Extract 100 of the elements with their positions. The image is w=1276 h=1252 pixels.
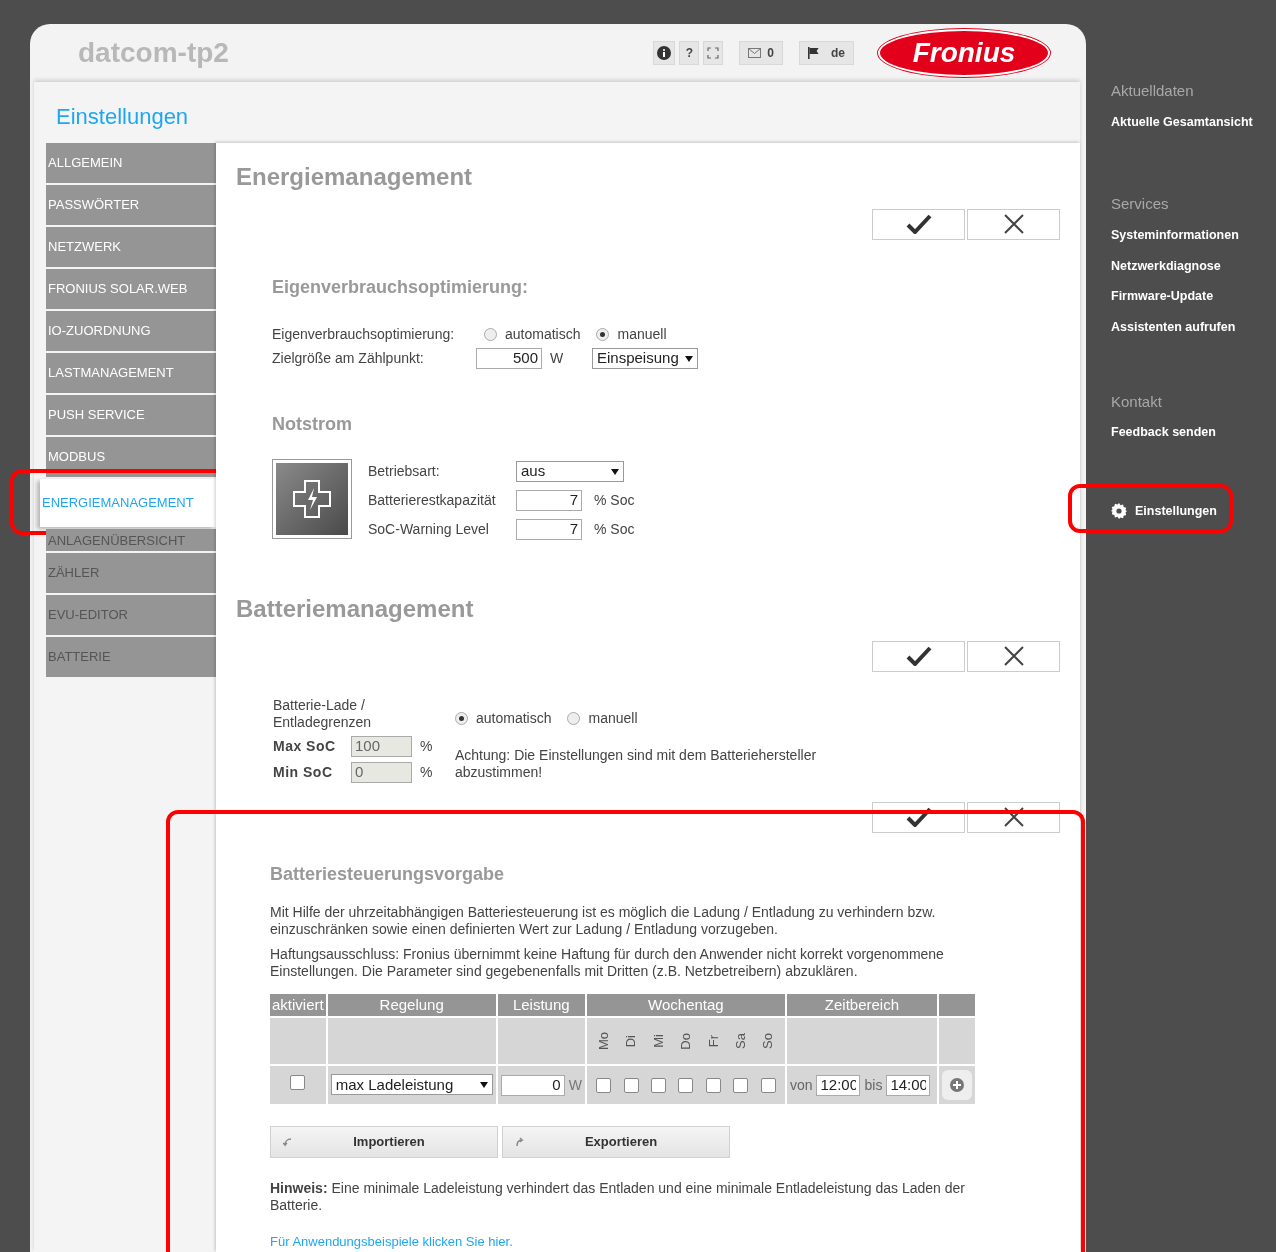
dropdown[interactable]: aus xyxy=(516,461,624,482)
settings-nav-item[interactable]: MODBUS xyxy=(46,436,216,477)
field-label: SoC-Warning Level xyxy=(368,520,490,539)
checkbox[interactable] xyxy=(290,1074,306,1090)
checkbox[interactable] xyxy=(678,1077,694,1093)
warning-text: Achtung: Die Einstellungen sind mit dem Batteriehersteller abzustimmen! xyxy=(455,747,818,781)
settings-nav-item[interactable]: NETZWERK xyxy=(46,226,216,267)
dropdown[interactable]: Einspeisung xyxy=(592,348,698,369)
settings-nav-item[interactable]: PASSWÖRTER xyxy=(46,184,216,225)
fullscreen-button[interactable] xyxy=(703,40,724,65)
number-field: 100 xyxy=(351,735,412,757)
checkbox[interactable] xyxy=(596,1077,612,1093)
help-link[interactable]: Für Anwendungsbeispiele klicken Sie hier. xyxy=(270,1232,513,1252)
unit-label: % Soc xyxy=(594,491,635,510)
unit-label: % Soc xyxy=(594,520,635,539)
caret-icon xyxy=(684,355,693,362)
close-icon xyxy=(1003,214,1024,234)
brand-logo: Fronius xyxy=(878,28,1050,77)
confirm-button[interactable] xyxy=(872,208,965,240)
side-menu-link[interactable]: Einstellungen xyxy=(1111,502,1217,521)
option-label: automatisch xyxy=(505,325,581,344)
device-name: datcom-tp2 xyxy=(78,35,229,70)
cancel-button[interactable] xyxy=(967,640,1060,672)
checkbox[interactable] xyxy=(623,1077,639,1093)
checkmark-icon xyxy=(905,214,932,234)
settings-nav-item[interactable]: LASTMANAGEMENT xyxy=(46,352,216,393)
field-label: Betriebsart: xyxy=(368,462,441,481)
weekday-label: Di xyxy=(622,1034,640,1048)
settings-nav-item[interactable]: ALLGEMEIN xyxy=(46,142,216,183)
settings-nav-item[interactable]: IO-ZUORDNUNG xyxy=(46,310,216,351)
add-button[interactable] xyxy=(941,1070,972,1100)
checkbox[interactable] xyxy=(760,1077,776,1093)
column-header: Leistung xyxy=(497,993,585,1016)
dropdown[interactable]: max Ladeleistung xyxy=(330,1074,493,1096)
checkmark-icon xyxy=(905,807,932,827)
flag-icon xyxy=(808,46,819,59)
section-title: Batteriemanagement xyxy=(236,593,475,624)
nav-item-label[interactable]: PASSWÖRTER xyxy=(48,194,140,215)
side-menu-link[interactable]: Netzwerkdiagnose xyxy=(1111,256,1221,276)
caret-icon xyxy=(611,468,619,475)
nav-item-label[interactable]: FRONIUS SOLAR.WEB xyxy=(48,278,188,299)
radio-button[interactable] xyxy=(567,712,581,725)
side-menu-link[interactable]: Assistenten aufrufen xyxy=(1111,318,1236,337)
column-header: Wochentag xyxy=(586,993,785,1016)
import-button[interactable]: Importieren xyxy=(270,1126,498,1158)
menu-heading: Services xyxy=(1111,194,1170,215)
language-button[interactable]: de xyxy=(799,40,854,65)
confirm-button[interactable] xyxy=(872,640,965,672)
checkmark-icon xyxy=(905,646,932,666)
weekday-label: Fr xyxy=(704,1034,722,1048)
checkbox[interactable] xyxy=(733,1077,749,1093)
emergency-power-icon xyxy=(272,459,352,539)
radio-button[interactable] xyxy=(484,328,497,341)
gear-icon xyxy=(1111,503,1127,520)
unit-label: W xyxy=(550,349,565,368)
number-field[interactable]: 500 xyxy=(476,348,542,369)
number-field: 0 xyxy=(351,761,412,783)
checkbox[interactable] xyxy=(705,1077,721,1093)
weekday-label: Do xyxy=(677,1032,695,1050)
number-field[interactable]: 7 xyxy=(516,490,582,511)
settings-nav-item[interactable]: FRONIUS SOLAR.WEB xyxy=(46,268,216,309)
export-button[interactable]: Exportieren xyxy=(502,1126,730,1158)
weekday-label: Sa xyxy=(731,1033,749,1049)
section-title: Energiemanagement xyxy=(236,161,474,192)
radio-button[interactable] xyxy=(455,712,468,725)
nav-item-label[interactable]: NETZWERK xyxy=(48,236,121,257)
checkbox[interactable] xyxy=(650,1077,666,1093)
caret-icon xyxy=(479,1081,488,1088)
help-button[interactable]: ? xyxy=(679,40,700,65)
field-label: Zielgröße am Zählpunkt: xyxy=(272,349,425,368)
nav-item-label[interactable]: ALLGEMEIN xyxy=(48,152,123,173)
nav-item-label[interactable]: MODBUS xyxy=(48,446,106,467)
settings-nav-item[interactable]: ENERGIEMANAGEMENT xyxy=(40,478,216,527)
unit-label: % xyxy=(420,736,433,756)
field-label: Min SoC xyxy=(273,762,334,782)
side-menu-link[interactable]: Firmware-Update xyxy=(1111,287,1214,306)
number-field[interactable]: 0 xyxy=(500,1074,565,1096)
paragraph: Mit Hilfe der uhrzeitabhängigen Batteriesteuerung ist es möglich die Ladung / Entladung zu verhindern bzw. einzuschränken sowie einen definierten Wert zur Ladung / Entladung vorzugeben. xyxy=(270,903,937,938)
nav-item-label[interactable]: IO-ZUORDNUNG xyxy=(48,320,151,341)
menu-heading: Aktuelldaten xyxy=(1111,81,1195,101)
messages-button[interactable]: 0 xyxy=(739,40,783,65)
nav-item-label[interactable]: LASTMANAGEMENT xyxy=(48,362,174,383)
option-label: manuell xyxy=(617,325,667,344)
side-menu-link[interactable]: Aktuelle Gesamtansicht xyxy=(1111,112,1253,132)
side-menu-link[interactable]: Feedback senden xyxy=(1111,423,1216,442)
unit-label: W xyxy=(568,1075,582,1095)
nav-item-label[interactable]: PUSH SERVICE xyxy=(48,404,145,425)
weekday-label: So xyxy=(759,1033,777,1049)
cancel-button[interactable] xyxy=(967,208,1060,240)
subsection-title: Eigenverbrauchsoptimierung: xyxy=(272,275,530,299)
menu-heading: Kontakt xyxy=(1111,391,1163,412)
side-menu-link[interactable]: Systeminformationen xyxy=(1111,225,1239,245)
nav-item-label[interactable]: ENERGIEMANAGEMENT xyxy=(42,492,194,513)
close-icon xyxy=(1003,646,1024,666)
settings-nav-item[interactable]: PUSH SERVICE xyxy=(46,394,216,435)
number-field[interactable]: 7 xyxy=(516,519,582,540)
radio-button[interactable] xyxy=(596,328,610,341)
info-button[interactable] xyxy=(653,40,676,65)
envelope-icon xyxy=(748,47,762,58)
note-text: Hinweis: Eine minimale Ladeleistung verhindert das Entladen und eine minimale Entladeleistung das Laden der Batterie. xyxy=(270,1180,966,1214)
